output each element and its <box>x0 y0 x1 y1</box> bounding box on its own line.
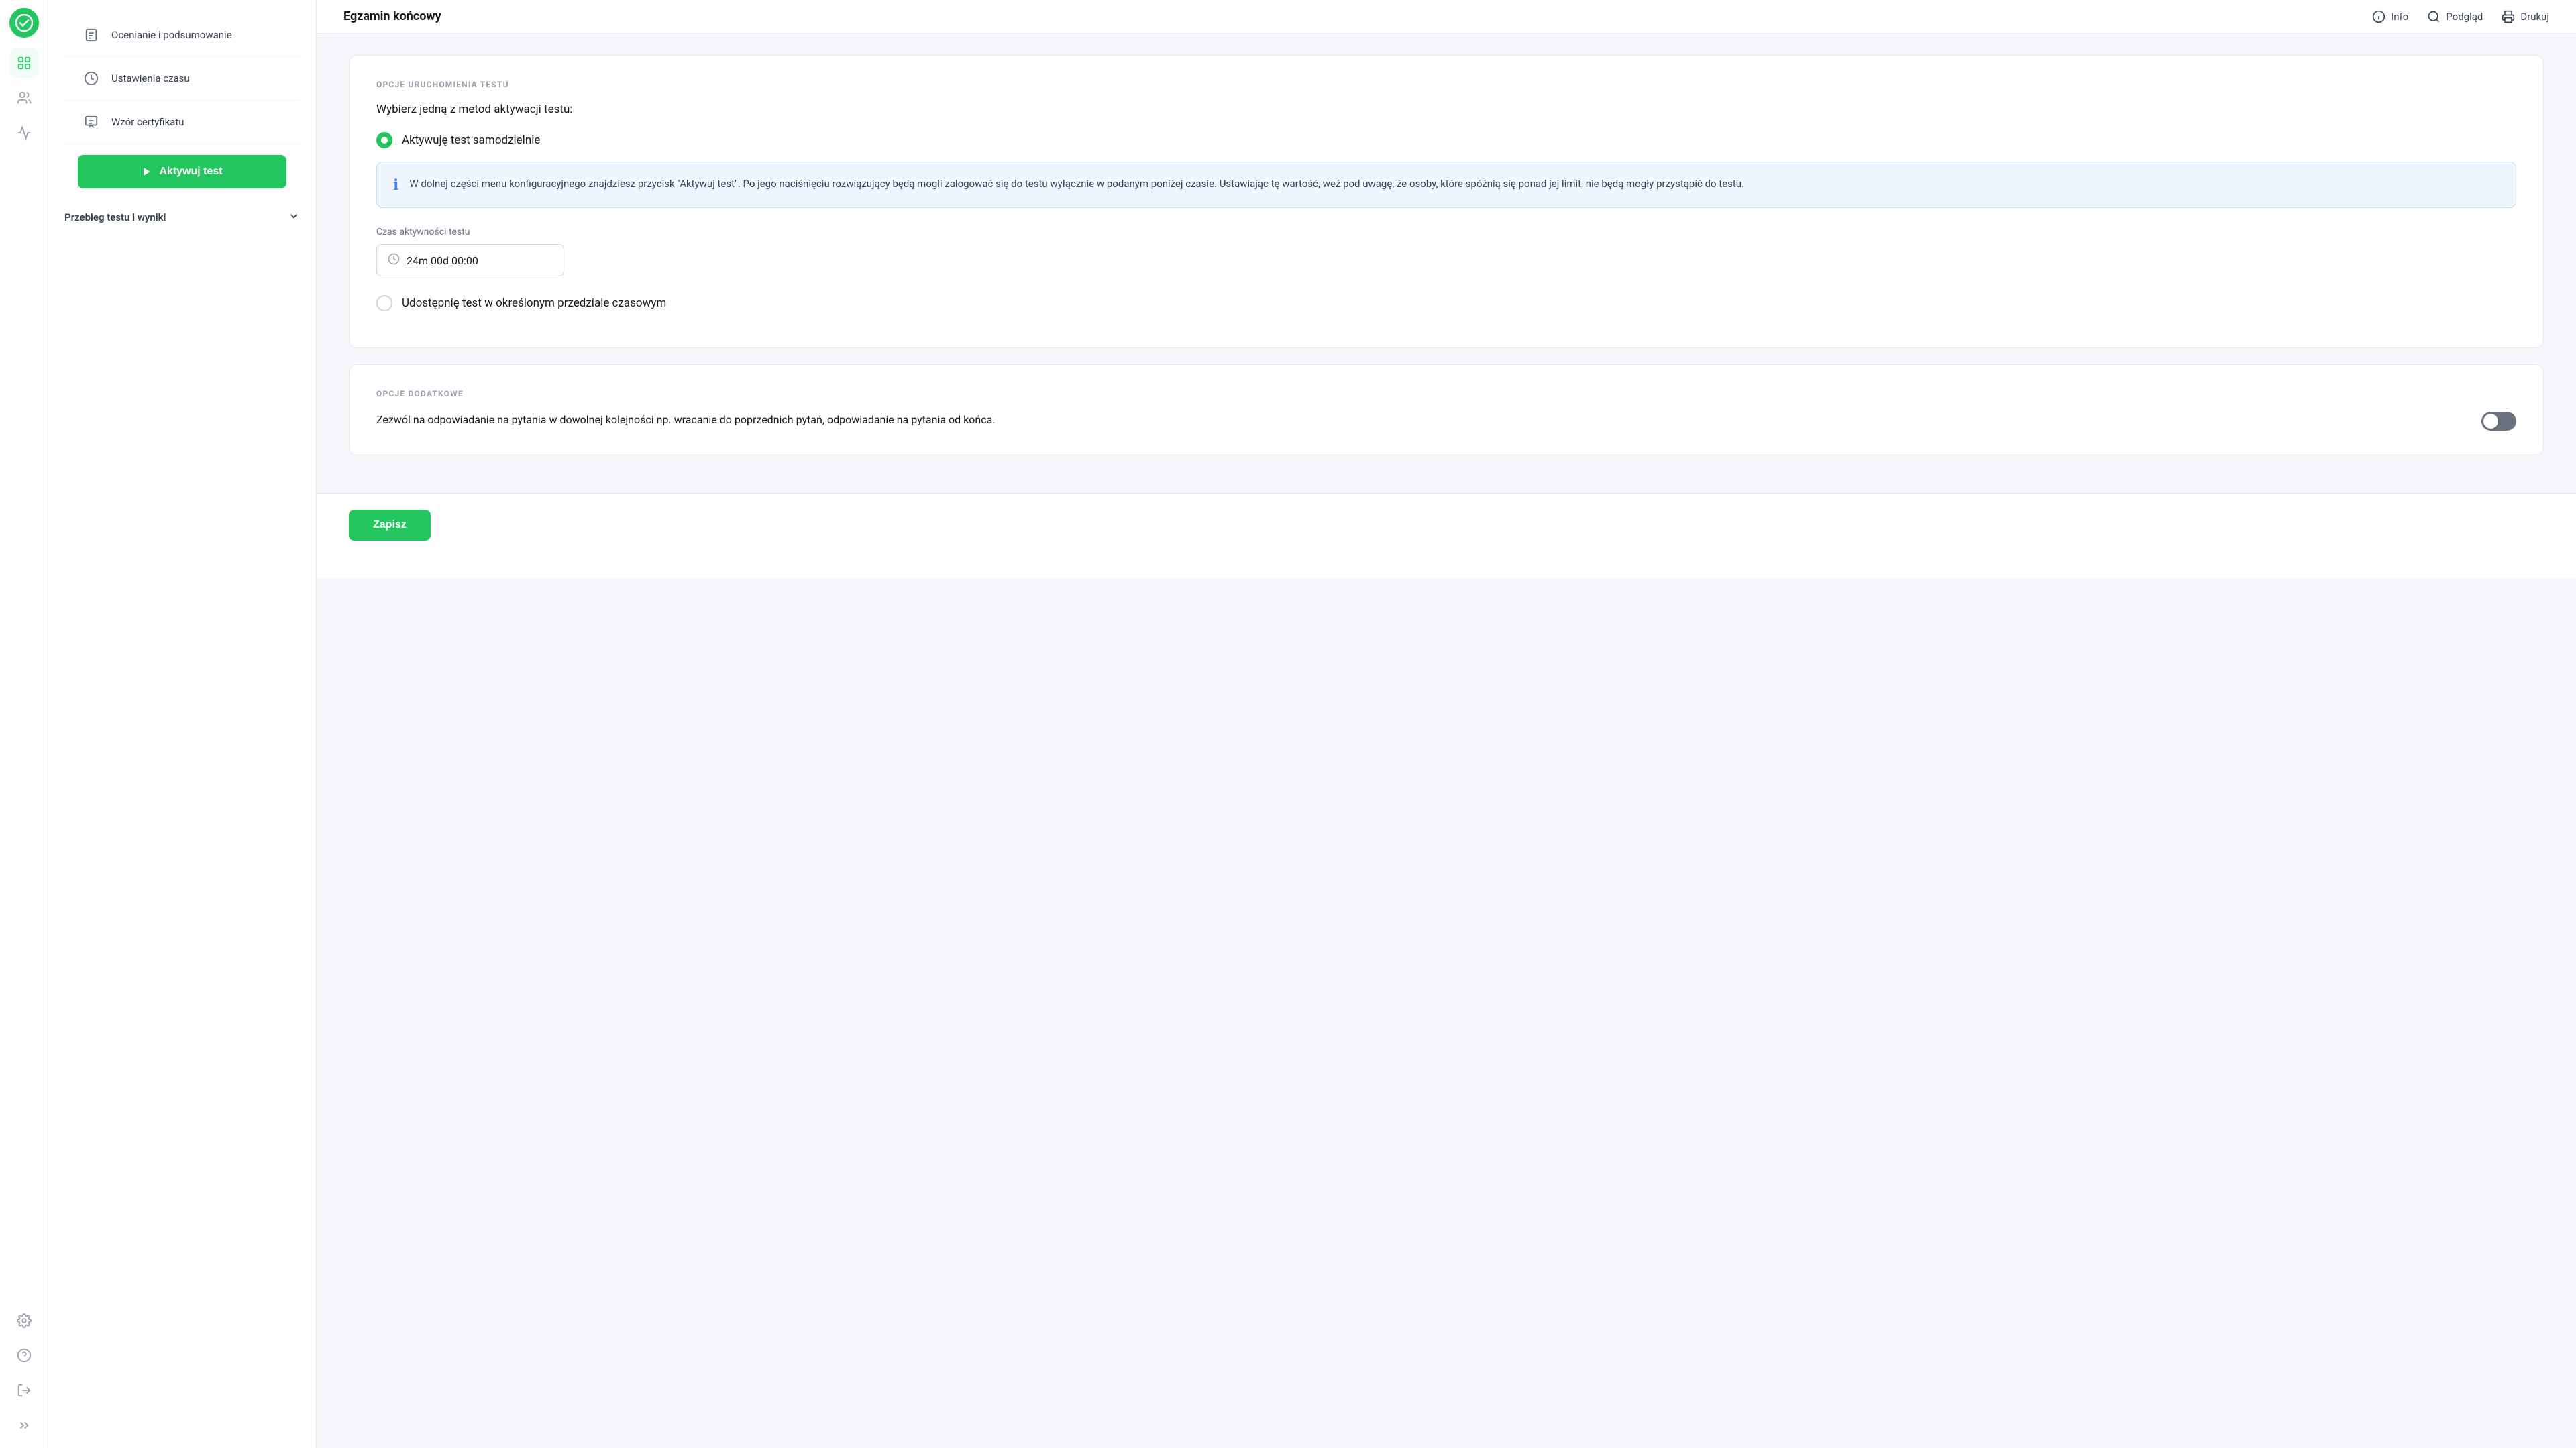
save-row: Zapisz <box>317 493 2576 578</box>
additional-options-card: OPCJE DODATKOWE Zezwól na odpowiadanie n… <box>349 364 2544 455</box>
main-topbar: Egzamin końcowy Info Podgląd <box>317 0 2576 34</box>
topbar-actions: Info Podgląd Drukuj <box>2372 10 2549 23</box>
radio-self-activate-label: Aktywuję test samodzielnie <box>402 133 540 147</box>
radio-time-range-label: Udostępnię test w określonym przedziale … <box>402 296 666 310</box>
expand-icon[interactable] <box>9 1410 39 1440</box>
time-input[interactable]: 24m 00d 00:00 <box>376 244 564 276</box>
toggle-knob <box>2483 414 2498 429</box>
menu-item-wzor-certyfikatu[interactable]: Wzór certyfikatu <box>64 101 300 144</box>
menu-item-ocenianie[interactable]: Ocenianie i podsumowanie <box>64 13 300 57</box>
settings-icon[interactable] <box>9 1306 39 1335</box>
run-section-label: OPCJE URUCHOMIENIA TESTU <box>376 80 2516 89</box>
grid-icon[interactable] <box>9 48 39 78</box>
info-circle-icon: ℹ <box>393 177 398 194</box>
left-panel: Ocenianie i podsumowanie Ustawienia czas… <box>48 0 317 1448</box>
clock-icon <box>80 68 102 89</box>
radio-time-range[interactable]: Udostępnię test w określonym przedziale … <box>376 295 2516 311</box>
option-any-order-text: Zezwól na odpowiadanie na pytania w dowo… <box>376 412 2465 428</box>
save-button[interactable]: Zapisz <box>349 510 431 541</box>
page-title: Egzamin końcowy <box>343 9 441 23</box>
preview-button[interactable]: Podgląd <box>2427 10 2483 23</box>
activation-question: Wybierz jedną z metod aktywacji testu: <box>376 103 2516 116</box>
users-icon[interactable] <box>9 83 39 113</box>
info-box-text: W dolnej części menu konfiguracyjnego zn… <box>409 176 1744 194</box>
print-button[interactable]: Drukuj <box>2502 10 2549 23</box>
activate-test-button[interactable]: Aktywuj test <box>78 155 286 188</box>
run-options-card: OPCJE URUCHOMIENIA TESTU Wybierz jedną z… <box>349 55 2544 348</box>
menu-item-label: Ocenianie i podsumowanie <box>111 29 232 41</box>
help-icon[interactable] <box>9 1341 39 1370</box>
section-collapse-wyniki[interactable]: Przebieg testu i wyniki <box>48 199 316 235</box>
info-box: ℹ W dolnej części menu konfiguracyjnego … <box>376 162 2516 208</box>
radio-time-range-circle <box>376 295 392 311</box>
additional-section-label: OPCJE DODATKOWE <box>376 389 2516 398</box>
time-value: 24m 00d 00:00 <box>407 254 478 267</box>
main-content: Egzamin końcowy Info Podgląd <box>317 0 2576 1448</box>
menu-item-label: Ustawienia czasu <box>111 72 190 85</box>
time-field-label: Czas aktywności testu <box>376 227 2516 237</box>
logo-icon[interactable] <box>9 8 39 38</box>
logout-icon[interactable] <box>9 1376 39 1405</box>
certificate-icon <box>80 111 102 133</box>
content-area: OPCJE URUCHOMIENIA TESTU Wybierz jedną z… <box>317 34 2576 493</box>
radio-self-activate-circle <box>376 132 392 148</box>
option-row-any-order: Zezwól na odpowiadanie na pytania w dowo… <box>376 412 2516 431</box>
chart-icon[interactable] <box>9 118 39 148</box>
document-icon <box>80 24 102 46</box>
toggle-any-order[interactable] <box>2481 412 2516 431</box>
narrow-sidebar <box>0 0 48 1448</box>
clock-small-icon <box>388 253 400 268</box>
info-button[interactable]: Info <box>2372 10 2408 23</box>
chevron-down-icon <box>288 210 300 225</box>
menu-item-ustawienia-czasu[interactable]: Ustawienia czasu <box>64 57 300 101</box>
radio-self-activate[interactable]: Aktywuję test samodzielnie <box>376 132 2516 148</box>
menu-item-label: Wzór certyfikatu <box>111 116 184 128</box>
